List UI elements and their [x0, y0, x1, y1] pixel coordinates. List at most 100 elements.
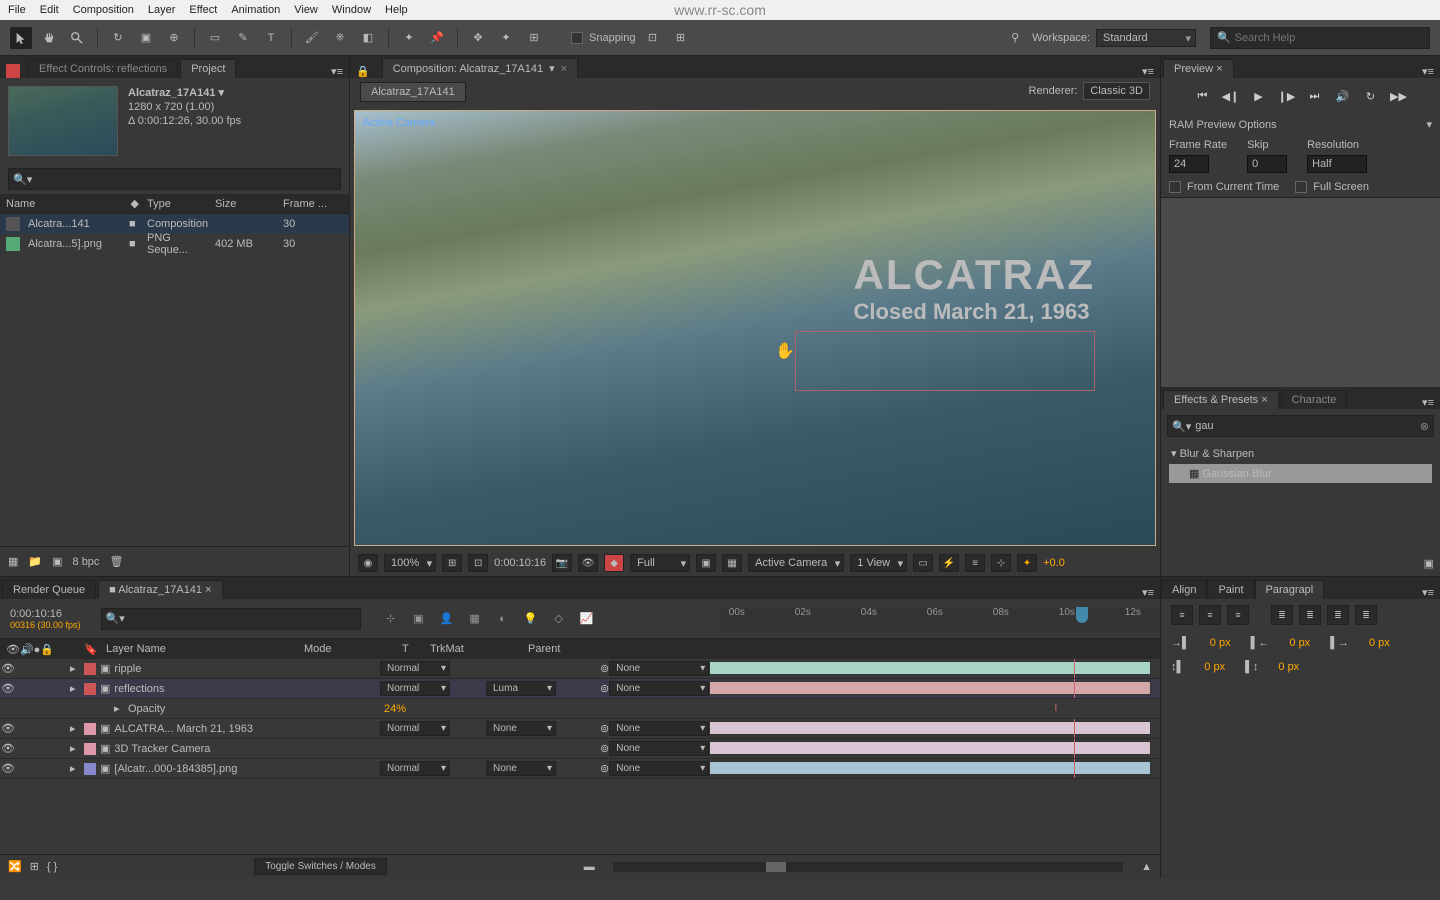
- effects-search[interactable]: 🔍▾ ⊗: [1167, 415, 1434, 437]
- panel-menu-icon[interactable]: ▾≡: [1136, 65, 1160, 78]
- camera-dropdown[interactable]: Active Camera: [748, 554, 844, 572]
- menu-help[interactable]: Help: [385, 4, 408, 16]
- loop-button[interactable]: ↻: [1361, 86, 1381, 106]
- align-center-button[interactable]: ≡: [1199, 605, 1221, 625]
- timeline-layer[interactable]: ▸Opacity24%I: [0, 699, 1160, 719]
- interpret-icon[interactable]: ▦: [8, 555, 18, 568]
- space-before-value[interactable]: 0 px: [1204, 661, 1225, 673]
- camera-tool[interactable]: ▣: [135, 27, 157, 49]
- workspace-dropdown[interactable]: Standard: [1096, 29, 1196, 47]
- brackets-icon[interactable]: { }: [47, 861, 57, 873]
- hide-shy-icon[interactable]: 👤: [437, 609, 457, 629]
- tab-preview[interactable]: Preview ×: [1163, 59, 1234, 78]
- parent-dropdown[interactable]: None: [609, 661, 709, 676]
- skip-input[interactable]: 0: [1247, 155, 1287, 173]
- tab-timeline-comp[interactable]: ■ Alcatraz_17A141 ×: [98, 580, 222, 599]
- new-comp-icon[interactable]: ▣: [52, 555, 62, 568]
- timeline-layer[interactable]: 👁▸▣ALCATRA... March 21, 1963NormalNone⊚N…: [0, 719, 1160, 739]
- visibility-icon[interactable]: 👁: [0, 682, 16, 695]
- timeline-ruler[interactable]: 00s 02s 04s 06s 08s 10s 12s: [720, 607, 1160, 631]
- mode-dropdown[interactable]: Normal: [380, 681, 450, 696]
- roi-icon[interactable]: ▣: [696, 554, 716, 572]
- tab-align[interactable]: Align: [1161, 580, 1207, 599]
- twirl-icon[interactable]: ▸: [70, 762, 80, 775]
- zoom-dropdown[interactable]: 100%: [384, 554, 436, 572]
- layer-duration-bar[interactable]: [709, 721, 1151, 735]
- timeline-icon[interactable]: ≡: [965, 554, 985, 572]
- indent-left-value[interactable]: 0 px: [1210, 637, 1231, 649]
- tab-character[interactable]: Characte: [1281, 390, 1348, 409]
- effect-item-gaussian-blur[interactable]: ▦ Gaussian Blur: [1169, 464, 1432, 483]
- fast-preview-icon[interactable]: ⚡: [939, 554, 959, 572]
- view-axis-icon[interactable]: ⊞: [523, 27, 545, 49]
- playhead[interactable]: [1076, 607, 1088, 623]
- parent-pickwhip-icon[interactable]: ⊚: [600, 662, 609, 675]
- timeline-search[interactable]: 🔍▾: [101, 608, 361, 630]
- menu-composition[interactable]: Composition: [73, 4, 134, 16]
- visibility-icon[interactable]: 👁: [0, 662, 16, 675]
- panel-close-icon[interactable]: [6, 64, 20, 78]
- indent-first-value[interactable]: 0 px: [1289, 637, 1310, 649]
- justify-all-button[interactable]: ≣: [1355, 605, 1377, 625]
- renderer-button[interactable]: Classic 3D: [1083, 82, 1150, 100]
- col-name[interactable]: Name: [6, 198, 123, 210]
- col-frame[interactable]: Frame ...: [283, 198, 343, 210]
- hand-tool[interactable]: [38, 27, 60, 49]
- timeline-layer[interactable]: 👁▸▣3D Tracker Camera⊚None: [0, 739, 1160, 759]
- timeline-layer[interactable]: 👁▸▣reflectionsNormalLuma⊚None: [0, 679, 1160, 699]
- rect-tool[interactable]: ▭: [204, 27, 226, 49]
- exposure-value[interactable]: +0.0: [1043, 557, 1065, 569]
- world-axis-icon[interactable]: ✦: [495, 27, 517, 49]
- search-icon[interactable]: ⚲: [1004, 27, 1026, 49]
- parent-pickwhip-icon[interactable]: ⊚: [600, 742, 609, 755]
- trkmat-dropdown[interactable]: None: [486, 761, 556, 776]
- col-trkmat[interactable]: TrkMat: [430, 643, 520, 655]
- trash-icon[interactable]: 🗑: [109, 555, 123, 568]
- breadcrumb-item[interactable]: Alcatraz_17A141: [360, 82, 466, 102]
- from-current-checkbox[interactable]: [1169, 181, 1181, 193]
- panel-menu-icon[interactable]: ▾≡: [1136, 586, 1160, 599]
- twirl-icon[interactable]: ▸: [70, 662, 80, 675]
- local-axis-icon[interactable]: ✥: [467, 27, 489, 49]
- graph-editor-icon[interactable]: 📈: [577, 609, 597, 629]
- exposure-reset-icon[interactable]: ✦: [1017, 554, 1037, 572]
- layer-duration-bar[interactable]: [709, 661, 1151, 675]
- layer-color-label[interactable]: [84, 763, 96, 775]
- clone-tool[interactable]: ⎈: [329, 27, 351, 49]
- close-icon[interactable]: ×: [561, 63, 567, 75]
- snapping-checkbox[interactable]: [571, 32, 583, 44]
- trkmat-dropdown[interactable]: Luma: [486, 681, 556, 696]
- close-icon[interactable]: ×: [1216, 63, 1222, 75]
- layer-color-label[interactable]: [84, 683, 96, 695]
- visibility-icon[interactable]: 👁: [0, 722, 16, 735]
- timeline-layer[interactable]: 👁▸▣rippleNormal⊚None: [0, 659, 1160, 679]
- parent-dropdown[interactable]: None: [609, 761, 709, 776]
- timeline-zoom-slider[interactable]: [613, 862, 1123, 872]
- panel-menu-icon[interactable]: ▾≡: [1416, 65, 1440, 78]
- justify-center-button[interactable]: ≣: [1299, 605, 1321, 625]
- menu-effect[interactable]: Effect: [189, 4, 217, 16]
- fullscreen-checkbox[interactable]: [1295, 181, 1307, 193]
- effects-search-input[interactable]: [1195, 420, 1416, 432]
- parent-pickwhip-icon[interactable]: ⊚: [600, 762, 609, 775]
- project-search[interactable]: 🔍▾: [8, 168, 341, 190]
- clear-search-icon[interactable]: ⊗: [1420, 420, 1429, 433]
- justify-right-button[interactable]: ≣: [1327, 605, 1349, 625]
- comp-mini-flowchart-icon[interactable]: ⊹: [381, 609, 401, 629]
- mode-dropdown[interactable]: Normal: [380, 761, 450, 776]
- tab-project[interactable]: Project: [180, 59, 236, 78]
- trkmat-dropdown[interactable]: None: [486, 721, 556, 736]
- new-bin-icon[interactable]: ▣: [1424, 558, 1434, 570]
- tab-paint[interactable]: Paint: [1207, 580, 1254, 599]
- framerate-input[interactable]: 24: [1169, 155, 1209, 173]
- layer-color-label[interactable]: [84, 663, 96, 675]
- visibility-icon[interactable]: 👁: [0, 742, 16, 755]
- timeline-timecode[interactable]: 0:00:10:16: [10, 608, 81, 620]
- col-parent[interactable]: Parent: [528, 643, 560, 655]
- snapshot-icon[interactable]: 📷: [552, 554, 572, 572]
- menu-window[interactable]: Window: [332, 4, 371, 16]
- last-frame-button[interactable]: ⏭: [1305, 86, 1325, 106]
- type-tool[interactable]: T: [260, 27, 282, 49]
- zoom-out-icon[interactable]: ▬: [584, 861, 595, 873]
- panel-menu-icon[interactable]: ▾≡: [325, 65, 349, 78]
